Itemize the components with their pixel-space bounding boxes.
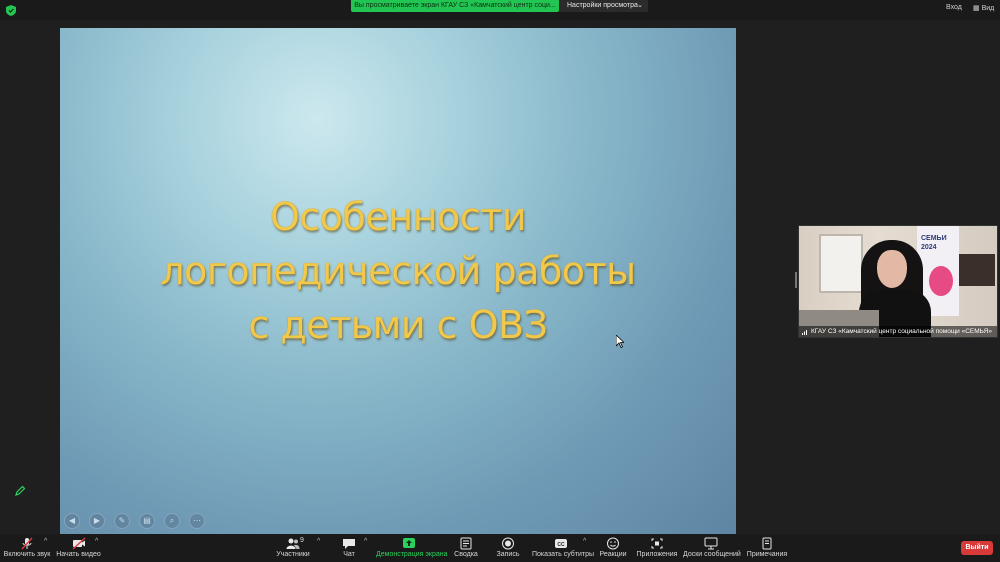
chevron-down-icon: ⌄ xyxy=(637,2,643,9)
summary-label: Сводка xyxy=(454,551,478,558)
slide-more-icon[interactable]: ⋯ xyxy=(189,513,205,529)
slide-zoom-icon[interactable]: ⌕ xyxy=(164,513,180,529)
mouse-cursor-icon xyxy=(616,335,624,348)
notes-icon xyxy=(762,537,772,550)
share-screen-button[interactable]: Демонстрация экрана xyxy=(376,534,448,562)
audio-options-caret-icon[interactable]: ^ xyxy=(44,538,47,545)
participants-icon xyxy=(286,538,300,549)
video-banner-line: СЕМЬИ xyxy=(921,235,947,242)
captions-button[interactable]: CC Показать субтитры xyxy=(532,534,595,562)
record-button[interactable]: Запись xyxy=(492,534,524,562)
video-banner-text: СЕМЬИ 2024 xyxy=(921,234,957,252)
apps-button[interactable]: Приложения xyxy=(636,534,678,562)
panel-resize-handle[interactable] xyxy=(795,272,797,288)
start-video-label: Начать видео xyxy=(56,551,101,558)
apps-icon xyxy=(651,538,663,549)
whiteboards-label: Доски сообщений xyxy=(683,551,741,558)
video-window xyxy=(819,234,863,293)
participant-name-label: КГАУ СЗ «Камчатский центр социальной пом… xyxy=(799,326,997,337)
reactions-button[interactable]: Реакции xyxy=(598,534,628,562)
slide-next-icon[interactable]: ▶ xyxy=(89,513,105,529)
grid-view-icon: ▦ xyxy=(973,5,982,12)
view-options-dropdown[interactable]: Настройки просмотра ⌄ xyxy=(559,0,648,12)
video-banner-logo xyxy=(929,266,953,296)
participants-button[interactable]: Участники xyxy=(272,534,314,562)
participants-count: 9 xyxy=(300,537,304,544)
slide-title-line: логопедической работы xyxy=(160,249,636,293)
record-icon xyxy=(502,537,514,550)
closed-captions-icon: CC xyxy=(555,539,567,548)
participants-label: Участники xyxy=(276,551,310,558)
participant-video[interactable]: СЕМЬИ 2024 КГАУ СЗ «Камчатский центр соц… xyxy=(798,225,998,338)
svg-text:CC: CC xyxy=(557,542,565,548)
participants-caret-icon[interactable]: ^ xyxy=(317,538,320,545)
view-options-label: Настройки просмотра xyxy=(567,2,638,9)
annotate-pen-icon[interactable] xyxy=(14,485,26,497)
summary-icon xyxy=(460,537,472,550)
participant-name: КГАУ СЗ «Камчатский центр социальной пом… xyxy=(811,328,992,335)
share-screen-icon xyxy=(403,538,415,548)
chat-caret-icon[interactable]: ^ xyxy=(364,538,367,545)
shared-screen-slide: Особенности логопедической работы с деть… xyxy=(60,28,736,534)
notes-button[interactable]: Примечания xyxy=(746,534,788,562)
screen-share-banner: Вы просматриваете экран КГАУ СЗ «Камчатс… xyxy=(351,0,559,12)
chat-icon xyxy=(343,539,355,549)
leave-meeting-button[interactable]: Выйти xyxy=(961,541,993,555)
slide-title-line: Особенности xyxy=(269,195,527,239)
apps-label: Приложения xyxy=(636,551,678,558)
slide-title: Особенности логопедической работы с деть… xyxy=(60,190,736,352)
unmute-label: Включить звук xyxy=(3,551,51,558)
share-screen-label: Демонстрация экрана xyxy=(376,551,448,558)
reactions-smiley-icon xyxy=(607,537,619,550)
record-label: Запись xyxy=(496,551,520,558)
view-label: Вид xyxy=(981,5,995,12)
slide-prev-icon[interactable]: ◀ xyxy=(64,513,80,529)
reactions-label: Реакции xyxy=(599,551,627,558)
slide-title-line: с детьми с ОВЗ xyxy=(248,303,548,347)
captions-label: Показать субтитры xyxy=(532,551,595,558)
slide-pen-icon[interactable]: ✎ xyxy=(114,513,130,529)
chat-button[interactable]: Чат xyxy=(335,534,363,562)
slide-pages-icon[interactable]: ▤ xyxy=(139,513,155,529)
video-options-caret-icon[interactable]: ^ xyxy=(95,538,98,545)
signal-strength-icon xyxy=(802,330,807,335)
video-person-face xyxy=(877,250,907,288)
video-banner-line: 2024 xyxy=(921,244,937,251)
notes-label: Примечания xyxy=(746,551,788,558)
signin-button[interactable]: Вход xyxy=(946,4,962,11)
captions-caret-icon[interactable]: ^ xyxy=(583,538,586,545)
view-button[interactable]: ▦ Вид xyxy=(973,4,994,12)
meeting-toolbar: Включить звук ^ Начать видео ^ Участники… xyxy=(0,534,1000,562)
security-shield-icon[interactable] xyxy=(6,5,16,16)
whiteboard-icon xyxy=(704,537,718,550)
summary-button[interactable]: Сводка xyxy=(450,534,482,562)
whiteboards-button[interactable]: Доски сообщений xyxy=(683,534,741,562)
chat-label: Чат xyxy=(343,551,355,558)
camera-off-icon xyxy=(72,537,85,550)
microphone-muted-icon xyxy=(21,537,33,550)
